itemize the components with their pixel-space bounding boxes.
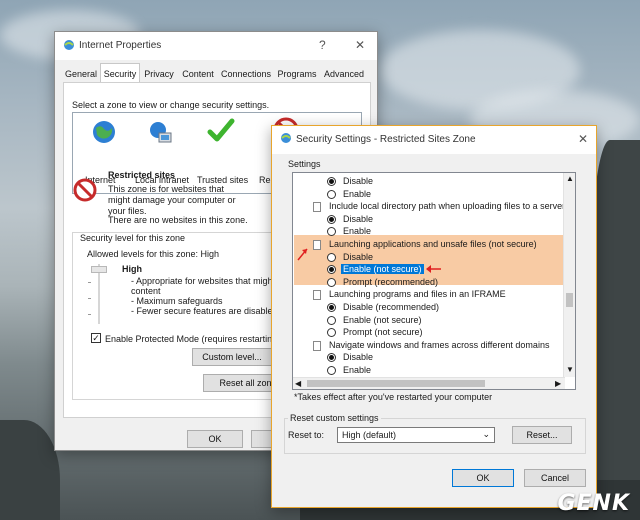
protected-mode-checkbox[interactable]: ✓ <box>91 333 101 343</box>
tab-privacy[interactable]: Privacy <box>141 66 177 83</box>
help-button[interactable]: ? <box>319 38 326 52</box>
red-arrow-right <box>426 265 441 273</box>
ie-app-icon <box>63 39 75 53</box>
setting-label: Enable <box>343 188 372 199</box>
scroll-right-icon[interactable]: ▶ <box>555 379 561 388</box>
zone-empty-note: There are no websites in this zone. <box>108 215 248 225</box>
ss-titlebar[interactable]: Security Settings - Restricted Sites Zon… <box>272 126 596 154</box>
document-icon <box>313 240 321 250</box>
close-icon[interactable]: ✕ <box>578 132 588 146</box>
level-bullet: content <box>131 286 161 296</box>
ss-cancel-button[interactable]: Cancel <box>524 469 586 487</box>
zone-prompt: Select a zone to view or change security… <box>72 100 270 110</box>
vertical-scrollbar[interactable]: ▲ ▼ <box>563 173 575 377</box>
tab-programs[interactable]: Programs <box>275 66 319 83</box>
setting-label: Enable (not secure) <box>341 264 424 275</box>
reset-level-select[interactable]: High (default) ⌄ <box>337 427 495 443</box>
close-icon[interactable]: ✕ <box>355 38 365 52</box>
ie-ok-button[interactable]: OK <box>187 430 243 448</box>
allowed-levels-text: Allowed levels for this zone: High <box>87 249 220 259</box>
ss-ok-button[interactable]: OK <box>452 469 514 487</box>
radio-button[interactable] <box>327 252 336 262</box>
document-icon <box>313 290 321 301</box>
radio-button[interactable] <box>327 366 336 375</box>
radio-button[interactable] <box>327 315 336 325</box>
ie-titlebar[interactable]: Internet Properties ? ✕ <box>55 32 377 60</box>
genk-logo: GENK <box>557 491 630 516</box>
tab-content[interactable]: Content <box>179 66 217 83</box>
ie-window-title: Internet Properties <box>79 40 162 51</box>
checkmark-icon[interactable] <box>207 117 235 147</box>
setting-label: Include local directory path when upload… <box>329 201 566 212</box>
setting-label: Enable (not secure) <box>343 314 422 325</box>
radio-button[interactable] <box>327 303 336 312</box>
reset-to-label: Reset to: <box>288 430 325 440</box>
reset-group-label: Reset custom settings <box>288 413 381 423</box>
red-arrow-left <box>297 248 308 261</box>
custom-level-button[interactable]: Custom level... <box>192 348 272 366</box>
restart-footnote: *Takes effect after you've restarted you… <box>294 392 493 402</box>
zone-description: This zone is for websites that might dam… <box>108 184 236 216</box>
scroll-left-icon[interactable]: ◀ <box>295 379 301 388</box>
tab-advanced[interactable]: Advanced <box>321 66 367 83</box>
settings-list[interactable]: Disable Enable Include local directory pat… <box>292 172 576 390</box>
radio-button[interactable] <box>327 189 336 199</box>
zone-title: Restricted sites <box>108 170 176 180</box>
level-bullet: - Fewer secure features are disabled <box>131 306 278 316</box>
setting-label: Prompt (recommended) <box>343 276 439 287</box>
setting-label: Enable <box>343 226 372 237</box>
tab-security[interactable]: Security <box>100 63 140 83</box>
setting-label: Navigate windows and frames across diffe… <box>329 339 550 350</box>
radio-button[interactable] <box>327 277 336 287</box>
setting-label: Launching programs and files in an IFRAM… <box>329 289 506 300</box>
tab-general[interactable]: General <box>62 66 100 83</box>
scroll-up-icon[interactable]: ▲ <box>566 174 574 183</box>
reset-level-value: High (default) <box>342 430 397 440</box>
horizontal-scrollbar[interactable]: ◀ ▶ <box>293 377 565 389</box>
document-icon <box>313 202 321 213</box>
settings-label: Settings <box>288 159 321 169</box>
intranet-zone-icon[interactable] <box>147 119 173 147</box>
ss-window-title: Security Settings - Restricted Sites Zon… <box>296 134 476 145</box>
setting-label: Enable <box>343 365 372 375</box>
setting-label: Prompt (not secure) <box>343 327 423 338</box>
radio-button[interactable] <box>327 328 336 338</box>
level-bullet: - Appropriate for websites that might <box>131 276 276 286</box>
radio-button[interactable] <box>327 353 336 363</box>
security-level-group-label: Security level for this zone <box>79 233 187 243</box>
setting-label: Disable <box>343 352 374 363</box>
security-settings-window: Security Settings - Restricted Sites Zon… <box>271 125 597 508</box>
setting-label: Disable <box>343 251 374 262</box>
ss-app-icon <box>280 132 292 146</box>
zone-label-restricted[interactable]: Re <box>259 175 271 185</box>
level-name: High <box>122 264 142 274</box>
document-icon <box>313 340 321 351</box>
radio-button[interactable] <box>327 214 336 224</box>
restricted-sites-icon <box>73 178 97 204</box>
chevron-down-icon[interactable]: ⌄ <box>482 429 490 440</box>
setting-label: Disable <box>343 176 374 186</box>
level-bullet: - Maximum safeguards <box>131 296 223 306</box>
internet-zone-icon[interactable] <box>91 119 117 147</box>
setting-label: Launching applications and unsafe files … <box>329 239 537 249</box>
tab-connections[interactable]: Connections <box>219 66 273 83</box>
radio-button[interactable] <box>327 177 336 186</box>
scroll-down-icon[interactable]: ▼ <box>566 365 574 374</box>
setting-label: Disable <box>343 213 374 224</box>
security-level-slider[interactable] <box>88 264 109 324</box>
protected-mode-label: Enable Protected Mode (requires restarti… <box>105 334 283 344</box>
setting-label: Disable (recommended) <box>343 302 440 312</box>
reset-button[interactable]: Reset... <box>512 426 572 444</box>
